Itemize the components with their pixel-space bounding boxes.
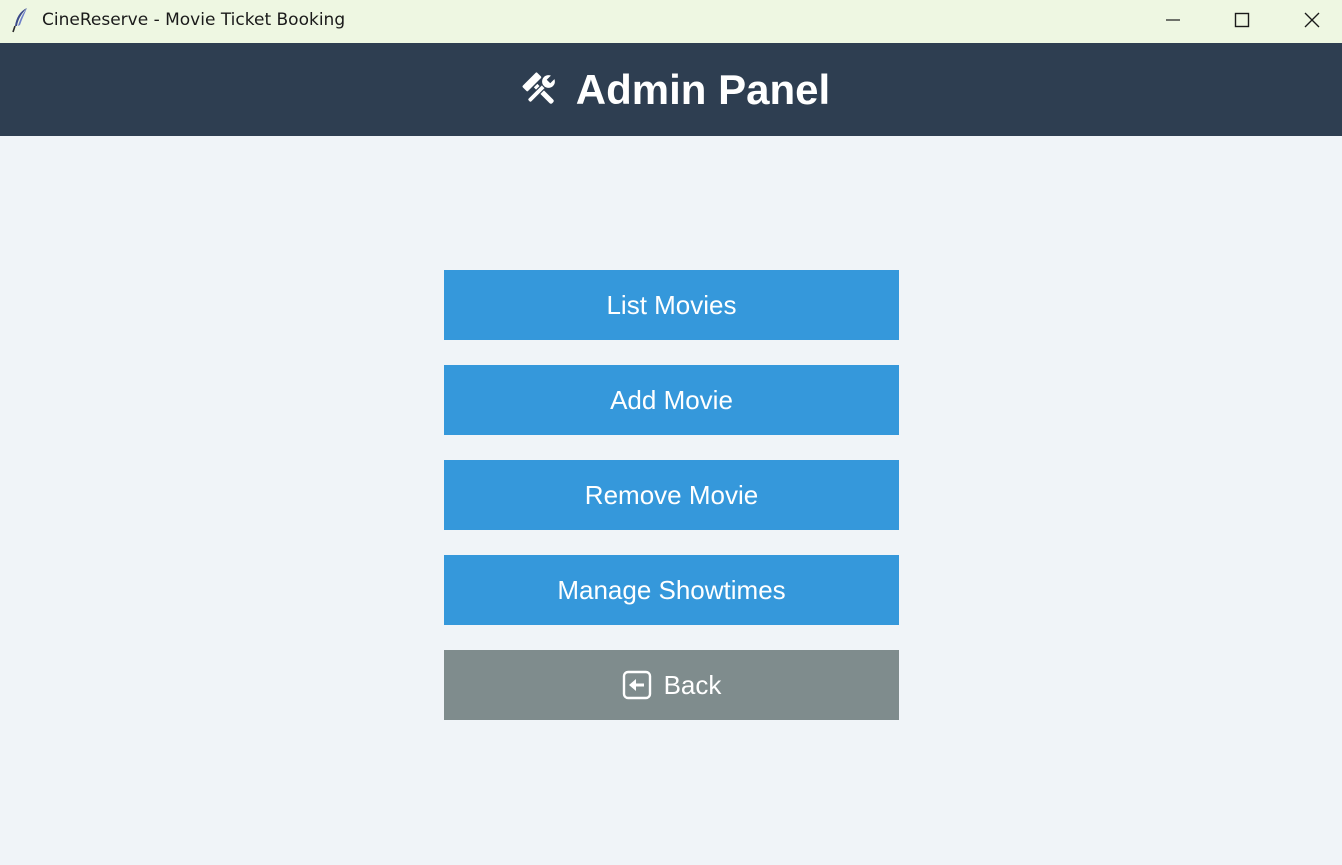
admin-header: Admin Panel: [0, 43, 1342, 136]
admin-menu: List Movies Add Movie Remove Movie Manag…: [444, 270, 899, 720]
list-movies-button[interactable]: List Movies: [444, 270, 899, 340]
close-button[interactable]: [1277, 0, 1342, 40]
window-title: CineReserve - Movie Ticket Booking: [42, 10, 346, 30]
minimize-icon: [1165, 12, 1181, 28]
manage-showtimes-label: Manage Showtimes: [557, 574, 786, 605]
list-movies-label: List Movies: [606, 289, 737, 320]
add-movie-button[interactable]: Add Movie: [444, 365, 899, 435]
back-label: Back: [663, 669, 722, 700]
header-content: Admin Panel: [518, 65, 831, 113]
back-arrow-icon: [622, 670, 664, 700]
feather-icon: [11, 7, 31, 33]
window-titlebar: CineReserve - Movie Ticket Booking: [0, 0, 1342, 43]
tools-icon: [518, 68, 562, 112]
minimize-button[interactable]: [1138, 0, 1208, 40]
page-title: Admin Panel: [575, 65, 831, 113]
add-movie-label: Add Movie: [610, 384, 733, 415]
remove-movie-button[interactable]: Remove Movie: [444, 460, 899, 530]
back-button[interactable]: Back: [444, 650, 899, 720]
maximize-icon: [1234, 12, 1250, 28]
remove-movie-label: Remove Movie: [584, 479, 759, 510]
maximize-button[interactable]: [1207, 0, 1277, 40]
manage-showtimes-button[interactable]: Manage Showtimes: [444, 555, 899, 625]
close-icon: [1304, 12, 1320, 28]
